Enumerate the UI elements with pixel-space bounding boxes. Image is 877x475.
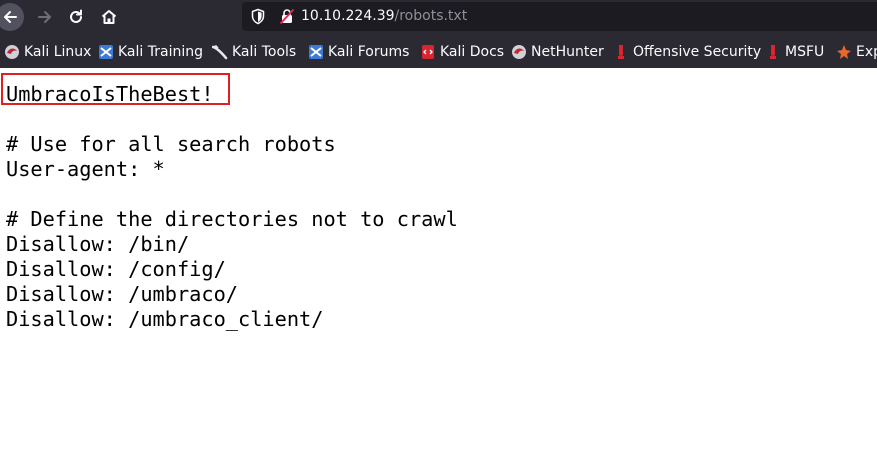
insecure-lock-icon[interactable] — [279, 8, 295, 30]
kali-linux-icon — [5, 45, 19, 59]
reload-icon — [70, 9, 82, 23]
url-host: 10.10.224.39 — [301, 8, 395, 24]
bookmark-kali-training[interactable]: Kali Training — [98, 42, 203, 62]
bookmark-kali-tools[interactable]: Kali Tools — [212, 42, 296, 62]
bookmark-label: Offensive Security — [633, 44, 762, 60]
bookmark-label: Kali Docs — [440, 44, 505, 60]
kali-tools-icon — [212, 45, 228, 60]
bookmark-label: Kali Tools — [232, 44, 297, 60]
robots-line: Disallow: /config/ — [6, 257, 226, 281]
tracking-protection-shield-icon[interactable] — [250, 8, 266, 30]
bookmark-label: Kali Training — [118, 44, 203, 60]
browser-chrome: 10.10.224.39/robots.txt Kali Linux Kali … — [0, 0, 877, 68]
bookmark-label: NetHunter — [531, 44, 604, 60]
url-path: /robots.txt — [394, 8, 468, 24]
bookmark-kali-docs[interactable]: Kali Docs — [420, 42, 504, 62]
bookmark-offensive-security[interactable]: Offensive Security — [613, 42, 761, 62]
robots-txt-document: UmbracoIsTheBest! # Use for all search r… — [0, 68, 877, 475]
msfu-icon — [770, 45, 776, 59]
robots-line: # Use for all search robots — [6, 132, 336, 156]
nethunter-icon — [512, 45, 526, 59]
kali-docs-icon — [422, 45, 434, 59]
reload-button[interactable] — [62, 3, 90, 31]
bookmarks-toolbar: Kali Linux Kali Training Kali Tools Kali… — [0, 38, 877, 66]
forward-button[interactable] — [31, 3, 59, 31]
robots-line: Disallow: /umbraco_client/ — [6, 307, 324, 331]
home-button[interactable] — [95, 3, 123, 31]
home-icon — [101, 10, 117, 24]
url-text[interactable]: 10.10.224.39/robots.txt — [301, 8, 467, 25]
address-bar[interactable]: 10.10.224.39/robots.txt — [242, 2, 877, 31]
robots-line: Disallow: /bin/ — [6, 232, 190, 256]
bookmark-kali-forums[interactable]: Kali Forums — [308, 42, 409, 62]
robots-line: User-agent: * — [6, 157, 165, 181]
bookmark-msfu[interactable]: MSFU — [765, 42, 824, 62]
bookmark-label: Kali Linux — [24, 44, 92, 60]
bookmark-exploit-db[interactable]: Exp — [836, 42, 877, 62]
bookmark-label: MSFU — [785, 44, 825, 60]
bookmark-label: Kali Forums — [328, 44, 410, 60]
bookmark-kali-linux[interactable]: Kali Linux — [4, 42, 91, 62]
back-button[interactable] — [0, 3, 24, 31]
robots-line: # Define the directories not to crawl — [6, 207, 458, 231]
robots-line: Disallow: /umbraco/ — [6, 282, 238, 306]
kali-training-icon — [99, 45, 113, 59]
robots-line: UmbracoIsTheBest! — [6, 82, 214, 106]
exploit-db-icon — [837, 45, 851, 59]
forward-arrow-icon — [38, 11, 51, 23]
bookmark-label: Exp — [856, 44, 877, 60]
offensive-security-icon — [618, 45, 624, 59]
kali-forums-icon — [309, 45, 323, 59]
back-arrow-icon — [4, 11, 17, 23]
navigation-toolbar: 10.10.224.39/robots.txt — [0, 0, 877, 34]
bookmark-nethunter[interactable]: NetHunter — [511, 42, 604, 62]
